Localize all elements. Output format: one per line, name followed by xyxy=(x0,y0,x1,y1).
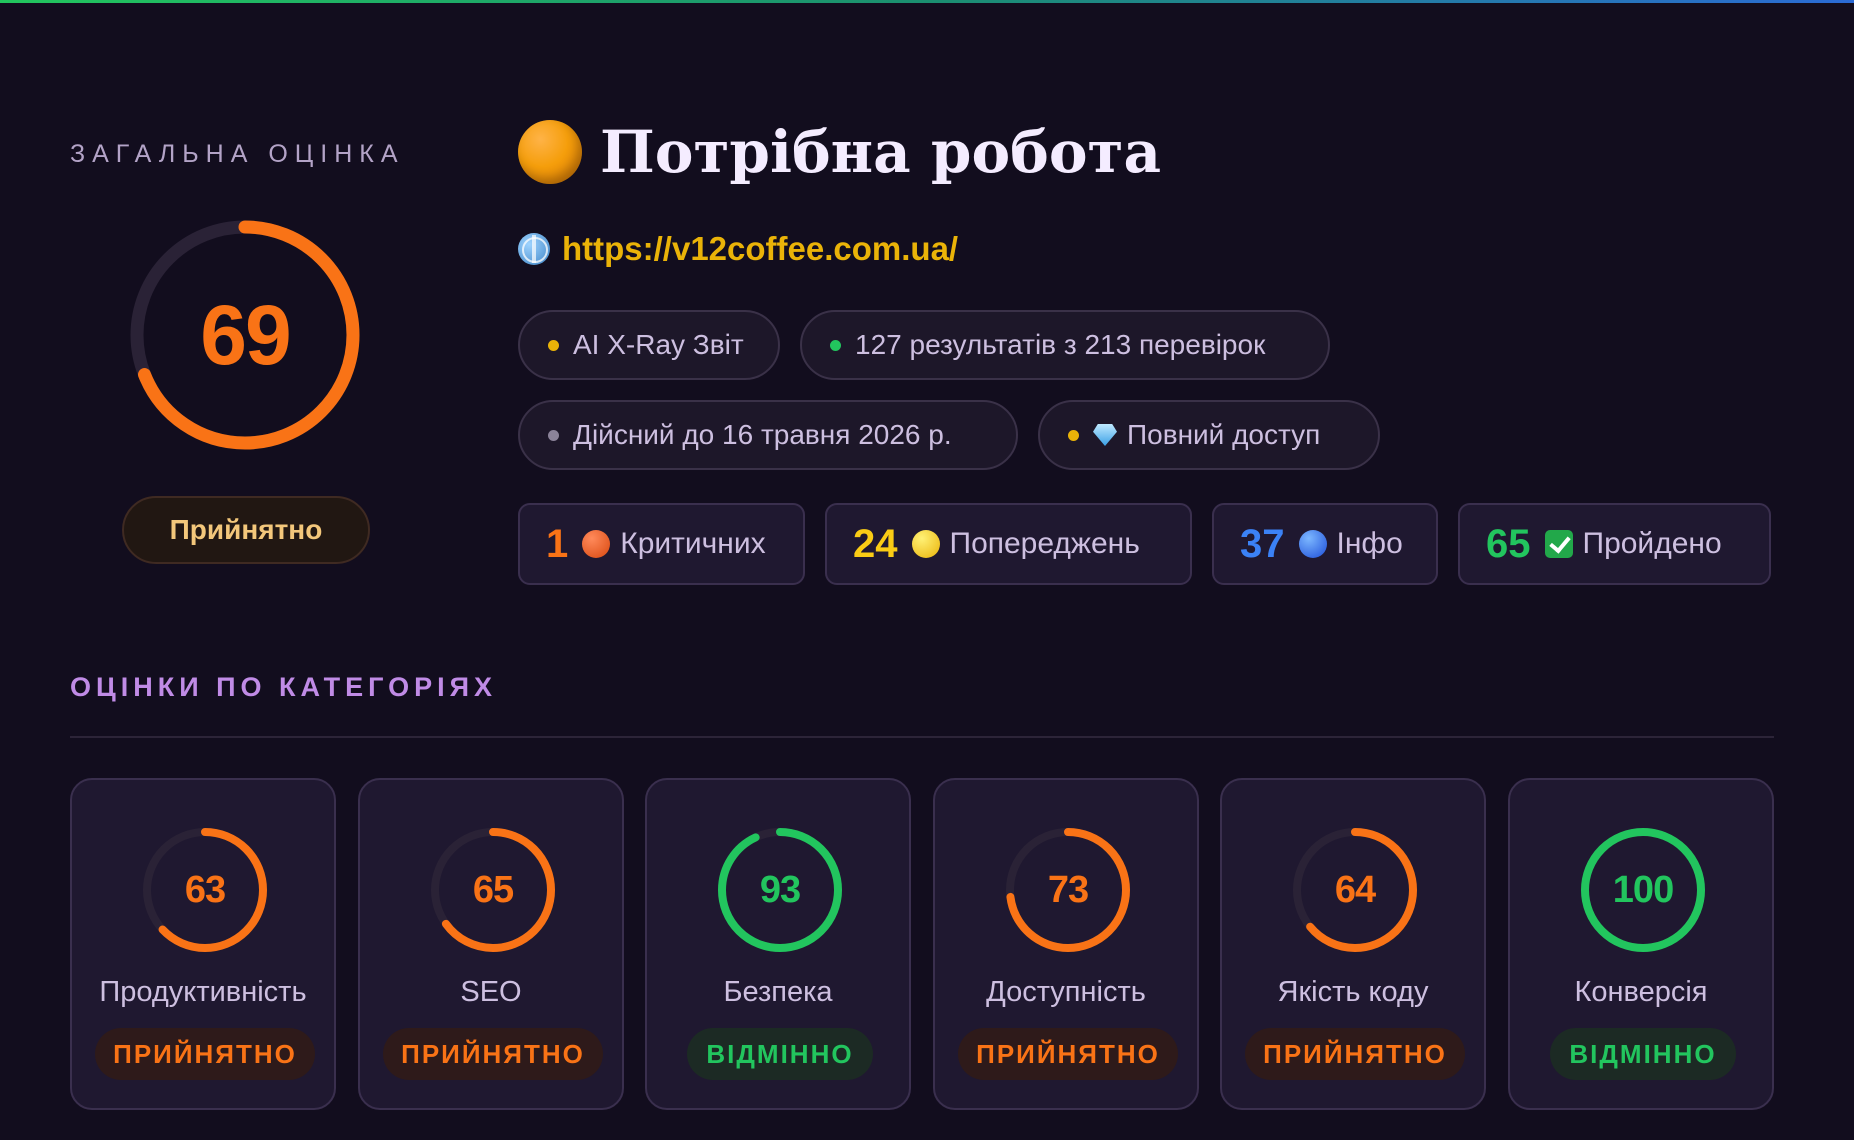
category-score-ring: 73 xyxy=(998,820,1138,960)
categories-section-title: ОЦІНКИ ПО КАТЕГОРІЯХ xyxy=(70,672,498,702)
category-label: SEO xyxy=(460,976,522,1008)
category-score-ring: 100 xyxy=(1573,820,1713,960)
section-divider xyxy=(70,736,1774,738)
site-url-link[interactable]: https://v12coffee.com.ua/ xyxy=(562,230,958,268)
stat-critical[interactable]: 1 Критичних xyxy=(518,503,805,585)
category-card[interactable]: 64 Якість коду ПРИЙНЯТНО xyxy=(1220,778,1486,1110)
category-score-ring: 65 xyxy=(423,820,563,960)
category-status-badge: ПРИЙНЯТНО xyxy=(383,1028,603,1080)
pill-dot xyxy=(548,429,559,441)
category-score-value: 63 xyxy=(184,868,226,911)
pill-label: Дійсний до 16 травня 2026 р. xyxy=(573,419,952,450)
stat-count: 37 xyxy=(1240,521,1285,566)
category-score-value: 73 xyxy=(1047,868,1089,911)
category-card[interactable]: 93 Безпека ВІДМІННО xyxy=(645,778,911,1110)
category-cards: 63 Продуктивність ПРИЙНЯТНО 65 SEO ПРИЙНЯТНО 9… xyxy=(70,778,1774,1110)
orange-circle-icon xyxy=(518,120,582,184)
pill-access-level: Повний доступ xyxy=(1038,400,1380,470)
overall-score-ring: 69 xyxy=(110,200,380,470)
red-circle-icon xyxy=(582,530,611,558)
category-status-badge: ПРИЙНЯТНО xyxy=(95,1028,315,1080)
pill-label: Повний доступ xyxy=(1127,419,1321,450)
blue-circle-icon xyxy=(1298,530,1327,558)
check-icon xyxy=(1544,530,1573,558)
category-card[interactable]: 65 SEO ПРИЙНЯТНО xyxy=(358,778,624,1110)
category-label: Конверсія xyxy=(1574,976,1708,1008)
overall-score-value: 69 xyxy=(200,287,291,382)
category-score-ring: 93 xyxy=(710,820,850,960)
pill-dot xyxy=(548,339,559,351)
category-label: Якість коду xyxy=(1277,976,1429,1008)
stat-label: Попереджень xyxy=(949,527,1140,560)
category-status-badge: ПРИЙНЯТНО xyxy=(1245,1028,1465,1080)
category-status-badge: ВІДМІННО xyxy=(687,1028,873,1080)
gem-icon xyxy=(1093,424,1117,446)
category-label: Доступність xyxy=(986,976,1146,1008)
stat-count: 1 xyxy=(546,521,569,566)
category-score-value: 93 xyxy=(759,868,801,911)
pill-valid-until: Дійсний до 16 травня 2026 р. xyxy=(518,400,1018,470)
category-card[interactable]: 100 Конверсія ВІДМІННО xyxy=(1508,778,1774,1110)
category-score-ring: 64 xyxy=(1285,820,1425,960)
pill-dot xyxy=(830,339,841,351)
stat-count: 24 xyxy=(853,521,898,566)
overall-status-badge: Прийнятно xyxy=(122,496,370,564)
overall-score-label: ЗАГАЛЬНА ОЦІНКА xyxy=(70,140,405,168)
pill-report-type: AI X-Ray Звіт xyxy=(518,310,780,380)
stat-count: 65 xyxy=(1486,521,1531,566)
pill-label: AI X-Ray Звіт xyxy=(573,329,744,360)
category-label: Безпека xyxy=(723,976,833,1008)
category-card[interactable]: 73 Доступність ПРИЙНЯТНО xyxy=(933,778,1199,1110)
category-score-value: 64 xyxy=(1334,868,1376,911)
site-url-row: https://v12coffee.com.ua/ xyxy=(518,230,958,268)
category-score-value: 100 xyxy=(1612,868,1674,911)
stat-passed[interactable]: 65 Пройдено xyxy=(1458,503,1771,585)
category-status-badge: ВІДМІННО xyxy=(1550,1028,1736,1080)
category-card[interactable]: 63 Продуктивність ПРИЙНЯТНО xyxy=(70,778,336,1110)
overall-score-panel: ЗАГАЛЬНА ОЦІНКА 69 Прийнятно xyxy=(70,140,420,564)
top-accent-line xyxy=(0,0,1854,3)
report-title: Потрібна робота xyxy=(600,118,1162,186)
category-score-value: 65 xyxy=(472,868,514,911)
stat-info[interactable]: 37 Інфо xyxy=(1212,503,1438,585)
category-score-ring: 63 xyxy=(135,820,275,960)
report-title-row: Потрібна робота xyxy=(518,118,1161,186)
stat-label: Інфо xyxy=(1336,527,1403,560)
pill-dot xyxy=(1068,429,1079,441)
category-status-badge: ПРИЙНЯТНО xyxy=(958,1028,1178,1080)
stat-label: Пройдено xyxy=(1582,527,1722,560)
yellow-circle-icon xyxy=(911,530,940,558)
pill-label: 127 результатів з 213 перевірок xyxy=(855,329,1266,360)
category-label: Продуктивність xyxy=(99,976,307,1008)
pill-results-count: 127 результатів з 213 перевірок xyxy=(800,310,1330,380)
globe-icon xyxy=(518,233,550,265)
stat-warnings[interactable]: 24 Попереджень xyxy=(825,503,1192,585)
stat-label: Критичних xyxy=(620,527,766,560)
